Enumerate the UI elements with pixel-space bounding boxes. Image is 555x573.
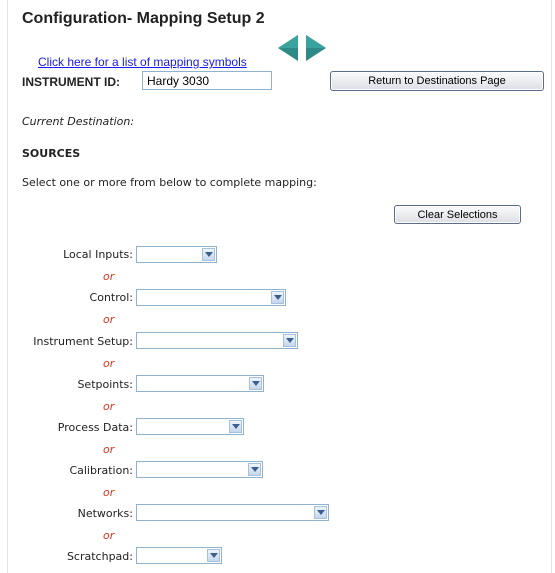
mapping-symbols-link[interactable]: Click here for a list of mapping symbols	[38, 55, 247, 69]
current-destination-label: Current Destination:	[22, 115, 135, 128]
calibration-select[interactable]	[136, 461, 263, 478]
process-data-select[interactable]	[136, 418, 244, 435]
setpoints-label: Setpoints:	[77, 378, 133, 391]
scratchpad-select[interactable]	[136, 547, 222, 564]
chevron-down-icon	[314, 506, 327, 519]
or-separator: or	[103, 270, 115, 283]
next-page-icon[interactable]	[304, 34, 328, 62]
instrument-setup-label: Instrument Setup:	[33, 335, 133, 348]
return-to-destinations-button[interactable]: Return to Destinations Page	[330, 71, 544, 91]
instrument-id-input[interactable]	[142, 71, 272, 90]
chevron-down-icon	[248, 463, 261, 476]
or-separator: or	[103, 313, 115, 326]
instrument-id-label: INSTRUMENT ID:	[22, 75, 120, 89]
chevron-down-icon	[283, 334, 296, 347]
page-title: Configuration- Mapping Setup 2	[22, 10, 265, 27]
calibration-label: Calibration:	[69, 464, 133, 477]
local-inputs-select[interactable]	[136, 246, 217, 263]
or-separator: or	[103, 443, 115, 456]
or-separator: or	[103, 357, 115, 370]
process-data-label: Process Data:	[57, 421, 133, 434]
chevron-down-icon	[202, 248, 215, 261]
networks-select[interactable]	[136, 504, 329, 521]
chevron-down-icon	[249, 377, 262, 390]
local-inputs-label: Local Inputs:	[63, 248, 133, 261]
mapping-instruction: Select one or more from below to complet…	[22, 176, 317, 189]
or-separator: or	[103, 486, 115, 499]
chevron-down-icon	[207, 549, 220, 562]
setpoints-select[interactable]	[136, 375, 264, 392]
chevron-down-icon	[271, 291, 284, 304]
sources-heading: SOURCES	[22, 147, 81, 160]
previous-page-icon[interactable]	[276, 34, 300, 62]
or-separator: or	[103, 400, 115, 413]
clear-selections-button[interactable]: Clear Selections	[394, 205, 521, 224]
instrument-setup-select[interactable]	[136, 332, 298, 349]
page-navigation	[276, 34, 328, 62]
scratchpad-label: Scratchpad:	[66, 550, 133, 563]
chevron-down-icon	[229, 420, 242, 433]
networks-label: Networks:	[77, 507, 133, 520]
or-separator: or	[103, 529, 115, 542]
control-select[interactable]	[136, 289, 286, 306]
control-label: Control:	[89, 291, 133, 304]
